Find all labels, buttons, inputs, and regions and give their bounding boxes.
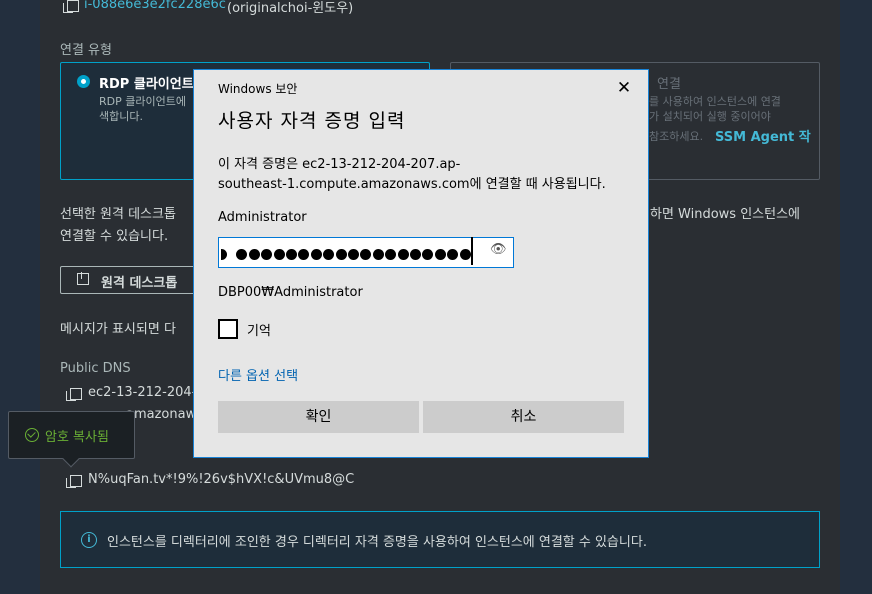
connection-type-label: 연결 유형	[60, 43, 112, 58]
desc-line1-left: 선택한 원격 데스크톱	[60, 207, 176, 222]
download-icon	[77, 272, 89, 285]
password-input[interactable]: 👁	[218, 237, 514, 268]
password-dot	[459, 249, 471, 260]
password-dot	[434, 249, 446, 260]
password-dot	[372, 249, 384, 260]
dialog-heading: 사용자 자격 증명 입력	[218, 110, 406, 132]
windows-security-dialog: Windows 보안 ✕ 사용자 자격 증명 입력 이 자격 증명은 ec2-1…	[193, 69, 649, 458]
ssm-agent-link[interactable]: SSM Agent 작	[715, 126, 811, 145]
text-cursor	[471, 237, 473, 265]
password-dot	[261, 249, 273, 260]
password-dot	[221, 249, 227, 260]
password-dot	[422, 249, 434, 260]
download-button-label: 원격 데스크톱	[101, 276, 178, 291]
password-dot	[360, 249, 372, 260]
remember-label: 기억	[247, 324, 271, 339]
password-value: N%uqFan.tv*!9%!26v$hVX!c&UVmu8@C	[88, 472, 355, 487]
remember-checkbox[interactable]	[218, 319, 238, 339]
password-dot	[323, 249, 335, 260]
password-dot	[273, 249, 285, 260]
copy-icon[interactable]	[66, 475, 82, 488]
dialog-window-title: Windows 보안	[218, 82, 298, 96]
ok-button[interactable]: 확인	[218, 401, 419, 433]
copy-icon[interactable]	[63, 0, 79, 13]
message-prompt: 메시지가 표시되면 다	[60, 322, 176, 337]
fleet-option-desc-3: 참조하세요.	[649, 130, 704, 143]
public-dns-value-2: amazonaw	[126, 407, 197, 422]
rdp-option-title: RDP 클라이언트	[99, 77, 194, 92]
username-label: Administrator	[218, 210, 307, 225]
instance-name: (originalchoi-윈도우)	[227, 1, 354, 16]
fleet-option-desc-1: 를 사용하여 인스턴스에 연결	[649, 95, 781, 108]
password-dot	[385, 249, 397, 260]
rdp-option-desc-1: RDP 클라이언트에	[99, 95, 186, 108]
password-dot	[410, 249, 421, 260]
close-icon[interactable]: ✕	[614, 78, 634, 98]
reveal-password-icon[interactable]: 👁	[490, 242, 507, 257]
password-dot	[397, 249, 409, 260]
other-options-link[interactable]: 다른 옵션 선택	[218, 365, 298, 384]
info-icon: i	[81, 532, 97, 548]
dialog-message-line1: 이 자격 증명은 ec2-13-212-204-207.ap-	[218, 157, 461, 172]
toast-text: 암호 복사됨	[45, 430, 109, 445]
password-dot	[348, 249, 359, 260]
password-dot	[447, 249, 459, 260]
desc-line2: 연결할 수 있습니다.	[60, 229, 169, 244]
fleet-option-title: 연결	[657, 77, 681, 92]
public-dns-value-1: ec2-13-212-204-	[88, 385, 197, 400]
download-rdp-file-button[interactable]: 원격 데스크톱	[60, 266, 210, 294]
password-dot	[248, 249, 260, 260]
fleet-option-desc-2: 가 설치되어 실행 중이어야	[649, 110, 771, 123]
info-banner: i 인스턴스를 디렉터리에 조인한 경우 디렉터리 자격 증명을 사용하여 인스…	[60, 511, 820, 568]
cancel-button[interactable]: 취소	[423, 401, 624, 433]
check-circle-icon	[25, 428, 39, 442]
password-dot	[236, 249, 248, 260]
dialog-message-line2: southeast-1.compute.amazonaws.com에 연결할 때…	[218, 177, 606, 192]
info-banner-text: 인스턴스를 디렉터리에 조인한 경우 디렉터리 자격 증명을 사용하여 인스턴스…	[107, 535, 647, 550]
domain-user-label: DBP00₩Administrator	[218, 285, 363, 300]
password-dot	[286, 249, 297, 260]
copy-icon[interactable]	[66, 388, 82, 401]
password-dot	[335, 249, 347, 260]
public-dns-label: Public DNS	[60, 361, 131, 376]
password-dot	[310, 249, 322, 260]
copied-toast: 암호 복사됨	[8, 411, 135, 459]
instance-id-link[interactable]: i-088e6e3e2fc228e6c	[84, 0, 226, 12]
radio-selected-icon[interactable]	[77, 75, 90, 88]
desc-line1-right: 하면 Windows 인스턴스에	[650, 207, 801, 222]
rdp-option-desc-2: 색합니다.	[99, 110, 143, 123]
password-dot	[298, 249, 310, 260]
